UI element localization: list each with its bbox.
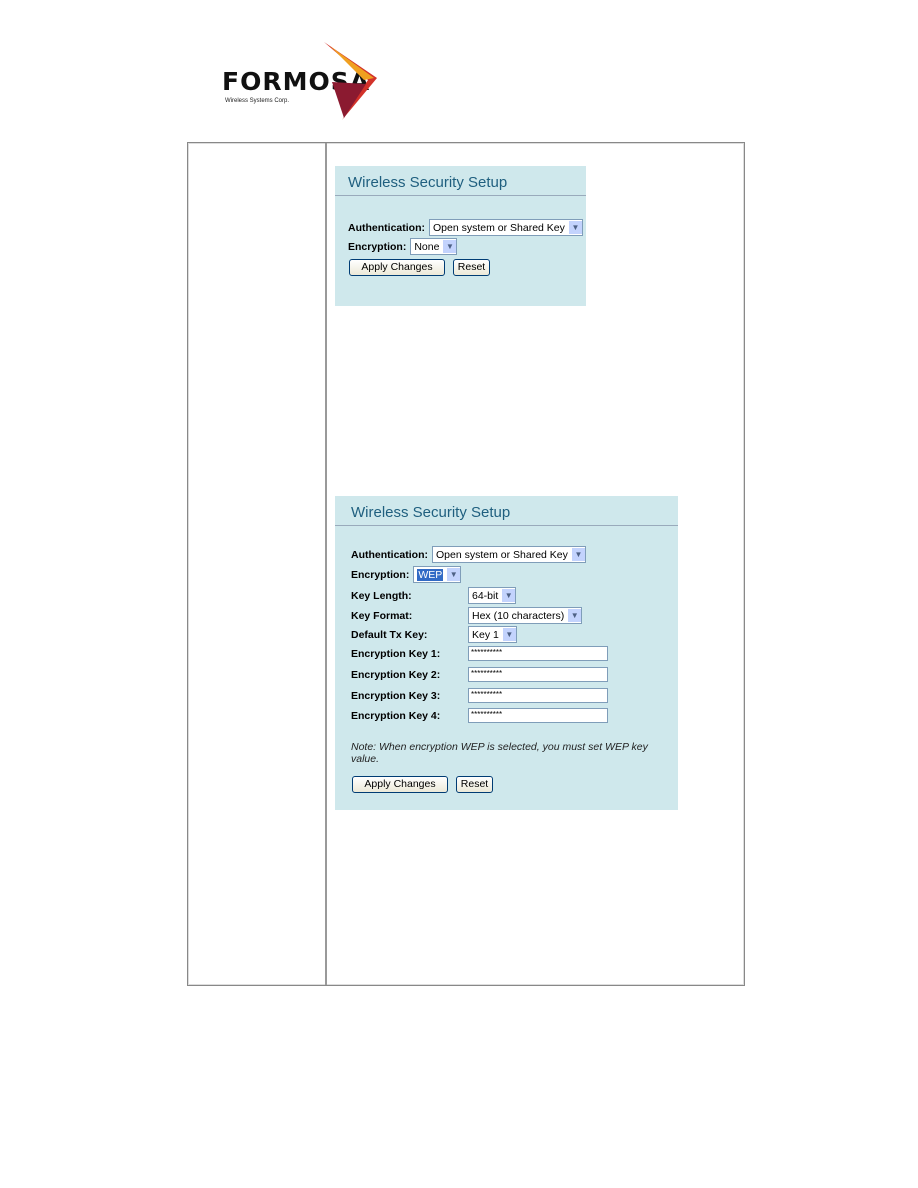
manual-page: FORMOSA Wireless Systems Corp. Wireless … (0, 0, 918, 1188)
security-panel-wep: Wireless Security Setup Authentication: … (335, 496, 678, 810)
chevron-down-icon[interactable]: ▼ (443, 240, 457, 253)
key-format-select[interactable]: Hex (10 characters) ▼ (468, 607, 583, 624)
encryption-key-2-input[interactable]: ********** (468, 667, 608, 682)
chevron-down-icon[interactable]: ▼ (502, 589, 516, 602)
chevron-down-icon[interactable]: ▼ (568, 609, 582, 622)
apply-changes-button[interactable]: Apply Changes (349, 259, 445, 276)
authentication-value: Open system or Shared Key (433, 221, 565, 234)
authentication-label: Authentication: (348, 221, 425, 234)
encryption-key-1-label: Encryption Key 1: (351, 647, 441, 660)
key-format-value: Hex (10 characters) (472, 609, 565, 622)
key-format-label: Key Format: (351, 609, 413, 622)
encryption-key-2-label: Encryption Key 2: (351, 668, 441, 681)
encryption-key-4-input[interactable]: ********** (468, 708, 608, 723)
key-length-label: Key Length: (351, 589, 412, 602)
authentication-select[interactable]: Open system or Shared Key ▼ (429, 219, 583, 236)
default-tx-key-label: Default Tx Key: (351, 628, 428, 641)
default-tx-key-value: Key 1 (472, 628, 499, 641)
column-divider (325, 143, 327, 985)
chevron-down-icon[interactable]: ▼ (568, 221, 582, 234)
logo-arrow-icon (324, 42, 377, 120)
security-panel-none: Wireless Security Setup Authentication: … (335, 166, 586, 306)
encryption-key-3-label: Encryption Key 3: (351, 689, 441, 702)
key-length-select[interactable]: 64-bit ▼ (468, 587, 517, 604)
reset-button[interactable]: Reset (453, 259, 490, 276)
encryption-key-1-input[interactable]: ********** (468, 646, 608, 661)
chevron-down-icon[interactable]: ▼ (447, 568, 461, 581)
wep-note: Note: When encryption WEP is selected, y… (351, 741, 648, 765)
reset-button[interactable]: Reset (456, 776, 493, 793)
encryption-value: WEP (417, 568, 444, 581)
authentication-label: Authentication: (351, 548, 428, 561)
apply-changes-button[interactable]: Apply Changes (352, 776, 448, 793)
authentication-select[interactable]: Open system or Shared Key ▼ (432, 546, 586, 563)
logo-tagline: Wireless Systems Corp. (225, 98, 290, 104)
encryption-select[interactable]: WEP ▼ (413, 566, 462, 583)
formosa-logo: FORMOSA Wireless Systems Corp. (222, 40, 382, 122)
chevron-down-icon[interactable]: ▼ (571, 548, 585, 561)
key-length-value: 64-bit (472, 589, 499, 602)
encryption-select[interactable]: None ▼ (410, 238, 458, 255)
chevron-down-icon[interactable]: ▼ (502, 628, 516, 641)
encryption-value: None (414, 240, 440, 253)
encryption-key-3-input[interactable]: ********** (468, 688, 608, 703)
panel-title: Wireless Security Setup (335, 166, 586, 196)
panel-title: Wireless Security Setup (335, 496, 678, 526)
default-tx-key-select[interactable]: Key 1 ▼ (468, 626, 517, 643)
encryption-label: Encryption: (351, 568, 410, 581)
authentication-value: Open system or Shared Key (436, 548, 568, 561)
encryption-label: Encryption: (348, 240, 407, 253)
encryption-key-4-label: Encryption Key 4: (351, 709, 441, 722)
